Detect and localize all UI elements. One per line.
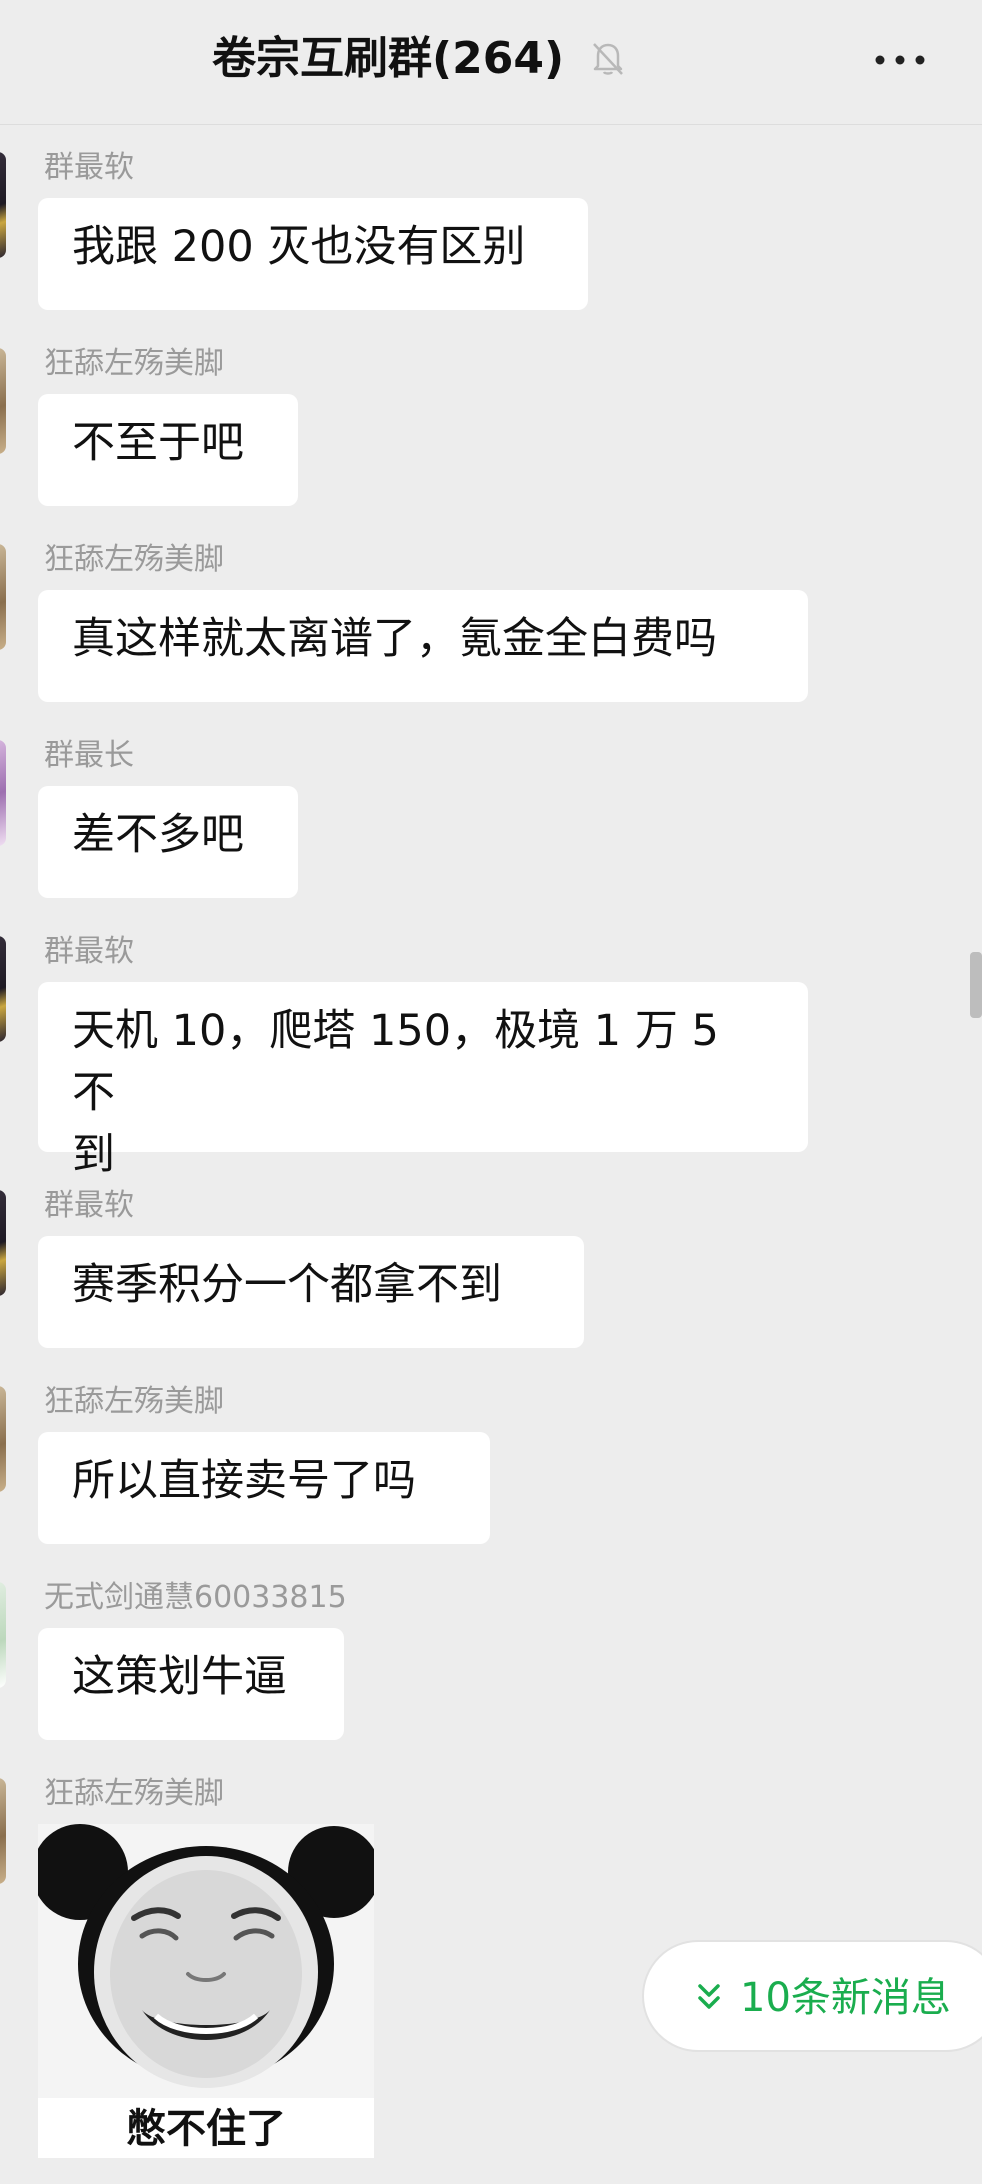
- sender-name: 群最长: [44, 738, 134, 773]
- message-text-line: 天机 10，爬塔 150，极境 1 万 5 不: [72, 1006, 719, 1118]
- avatar[interactable]: [0, 544, 6, 650]
- chat-header: 卷宗互刷群(264): [0, 0, 982, 125]
- message-bubble[interactable]: 差不多吧: [38, 786, 298, 898]
- message-bubble[interactable]: 这策划牛逼: [38, 1628, 344, 1740]
- sender-name: 狂舔左殇美脚: [44, 346, 224, 381]
- message-bubble[interactable]: 真这样就太离谱了，氪金全白费吗: [38, 590, 808, 702]
- avatar[interactable]: [0, 152, 6, 258]
- double-chevron-down-icon: [698, 1984, 720, 2009]
- sticker-caption: 憋不住了: [126, 2106, 286, 2152]
- sender-name: 狂舔左殇美脚: [44, 542, 224, 577]
- more-dots-icon[interactable]: [872, 40, 928, 80]
- avatar[interactable]: [0, 1582, 6, 1688]
- message-bubble[interactable]: 所以直接卖号了吗: [38, 1432, 490, 1544]
- message-bubble[interactable]: 赛季积分一个都拿不到: [38, 1236, 584, 1348]
- avatar[interactable]: [0, 1190, 6, 1296]
- avatar[interactable]: [0, 1778, 6, 1884]
- sender-name: 狂舔左殇美脚: [44, 1776, 224, 1811]
- new-messages-button[interactable]: 10条新消息: [642, 1940, 982, 2052]
- chat-title[interactable]: 卷宗互刷群(264): [212, 24, 564, 94]
- sender-name: 狂舔左殇美脚: [44, 1384, 224, 1419]
- avatar[interactable]: [0, 936, 6, 1042]
- sender-name: 群最软: [44, 150, 134, 185]
- sender-name: 群最软: [44, 934, 134, 969]
- message-text-line: 到: [72, 1130, 115, 1180]
- new-messages-label: 10条新消息: [740, 1975, 951, 2021]
- avatar[interactable]: [0, 348, 6, 454]
- sender-name: 群最软: [44, 1188, 134, 1223]
- sender-name: 无式剑通慧60033815: [44, 1580, 347, 1615]
- message-bubble[interactable]: 我跟 200 灭也没有区别: [38, 198, 588, 310]
- sticker-image[interactable]: 憋不住了: [32, 1824, 380, 2158]
- avatar[interactable]: [0, 740, 6, 846]
- bell-muted-icon: [593, 43, 623, 75]
- scrollbar-thumb[interactable]: [970, 952, 982, 1018]
- avatar[interactable]: [0, 1386, 6, 1492]
- message-bubble[interactable]: 天机 10，爬塔 150，极境 1 万 5 不 到: [38, 982, 808, 1180]
- message-bubble[interactable]: 不至于吧: [38, 394, 298, 506]
